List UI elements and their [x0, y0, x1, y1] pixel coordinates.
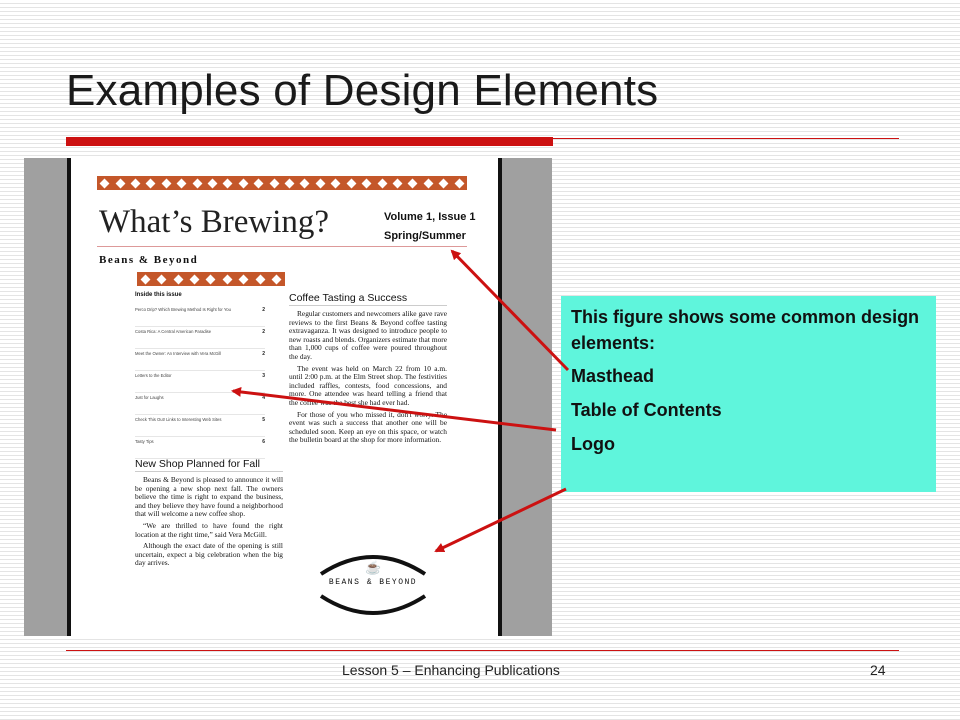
toc-row: Costa Rica: A Central American Paradise 2	[135, 327, 265, 349]
toc-row: Check This Out! Links to Interesting Web…	[135, 415, 265, 437]
callout-item-masthead: Masthead	[571, 366, 655, 386]
callout-item-logo: Logo	[571, 434, 615, 454]
toc-label: Tasty Tips	[135, 439, 154, 444]
masthead-title: What’s Brewing?	[99, 204, 330, 240]
callout-intro: This figure shows some common design ele…	[571, 307, 920, 353]
masthead-ornament-band	[97, 176, 467, 190]
title-accent-bar	[66, 137, 553, 146]
page-right-edge	[498, 158, 502, 636]
toc-page: 2	[262, 307, 265, 313]
page-number: 24	[870, 662, 886, 678]
table-of-contents: Inside this issue Perco Drip? Which Brew…	[135, 292, 265, 459]
toc-page: 3	[262, 373, 265, 379]
toc-label: Letters to the Editor	[135, 373, 172, 378]
toc-ornament-band	[137, 272, 285, 286]
toc-heading: Inside this issue	[135, 292, 182, 298]
article-title: New Shop Planned for Fall	[135, 458, 283, 472]
footer-text: Lesson 5 – Enhancing Publications	[342, 662, 560, 678]
season-label: Spring/Summer	[384, 230, 466, 242]
article-title: Coffee Tasting a Success	[289, 292, 447, 306]
logo: ☕ BEANS & BEYOND	[313, 544, 433, 626]
footer-rule	[66, 650, 899, 651]
article-paragraph: For those of you who missed it, don't wo…	[289, 409, 447, 445]
article-paragraph: Regular customers and newcomers alike ga…	[289, 309, 447, 361]
newsletter-page: What’s Brewing? Volume 1, Issue 1 Spring…	[71, 158, 498, 636]
article-paragraph: The event was held on March 22 from 10 a…	[289, 363, 447, 407]
toc-label: Just for Laughs	[135, 395, 164, 400]
callout-box: This figure shows some common design ele…	[561, 296, 936, 492]
newsletter-figure: What’s Brewing? Volume 1, Issue 1 Spring…	[24, 158, 552, 636]
toc-page: 5	[262, 417, 265, 423]
toc-page: 4	[262, 395, 265, 401]
article-paragraph: “We are thrilled to have found the right…	[135, 520, 283, 539]
toc-page: 6	[262, 439, 265, 445]
toc-row: Tasty Tips 6	[135, 437, 265, 459]
toc-row: Perco Drip? Which Brewing Method Is Righ…	[135, 305, 265, 327]
toc-label: Meet the Owner: An Interview with Vera M…	[135, 351, 222, 356]
masthead-rule	[97, 246, 467, 247]
toc-label: Costa Rica: A Central American Paradise	[135, 329, 212, 334]
toc-label: Perco Drip? Which Brewing Method Is Righ…	[135, 307, 231, 312]
volume-label: Volume 1, Issue 1	[384, 211, 476, 223]
article-paragraph: Beans & Beyond is pleased to announce it…	[135, 475, 283, 519]
logo-text: BEANS & BEYOND	[328, 578, 418, 587]
article-coffee-tasting: Coffee Tasting a Success Regular custome…	[289, 292, 447, 448]
toc-page: 2	[262, 351, 265, 357]
article-new-shop: New Shop Planned for Fall Beans & Beyond…	[135, 458, 283, 571]
callout-item-toc: Table of Contents	[571, 400, 722, 420]
title-divider-line	[553, 138, 899, 139]
toc-row: Just for Laughs 4	[135, 393, 265, 415]
brand-name: Beans & Beyond	[99, 254, 199, 266]
issue-info: Volume 1, Issue 1 Spring/Summer	[384, 208, 476, 246]
article-paragraph: Although the exact date of the opening i…	[135, 541, 283, 568]
toc-row: Meet the Owner: An Interview with Vera M…	[135, 349, 265, 371]
slide-title: Examples of Design Elements	[66, 66, 659, 115]
coffee-cup-icon: ☕	[365, 560, 382, 575]
toc-row: Letters to the Editor 3	[135, 371, 265, 393]
toc-page: 2	[262, 329, 265, 335]
toc-label: Check This Out! Links to Interesting Web…	[135, 417, 222, 422]
